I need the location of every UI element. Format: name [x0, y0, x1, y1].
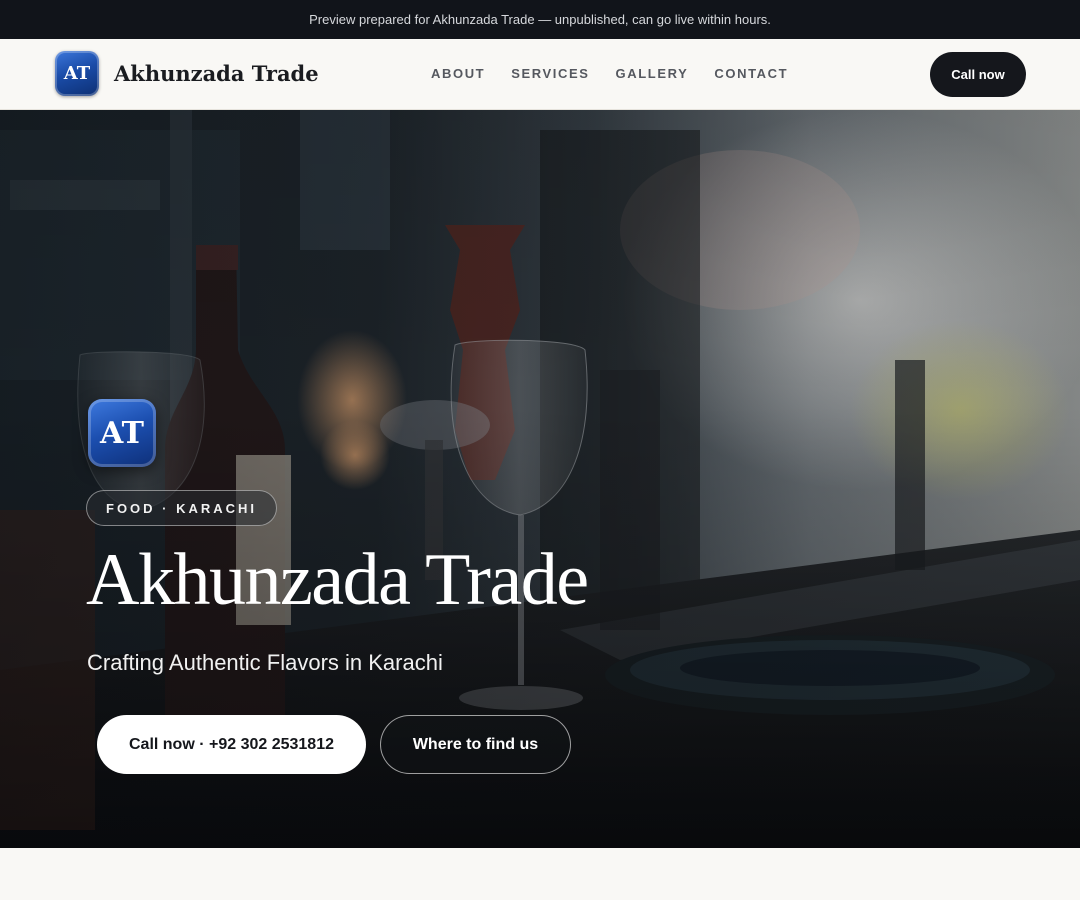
brand-name[interactable]: Akhunzada Trade: [114, 61, 319, 86]
nav-link-services[interactable]: SERVICES: [511, 66, 589, 81]
main-nav: ABOUT SERVICES GALLERY CONTACT: [431, 66, 788, 81]
hero-section: AT FOOD · KARACHI Akhunzada Trade Crafti…: [0, 110, 1080, 848]
nav-link-gallery[interactable]: GALLERY: [616, 66, 689, 81]
hero-subtitle: Crafting Authentic Flavors in Karachi: [87, 650, 443, 675]
brand-logo[interactable]: AT: [55, 51, 99, 96]
preview-banner-text: Preview prepared for Akhunzada Trade — u…: [309, 12, 771, 27]
site-header: AT Akhunzada Trade ABOUT SERVICES GALLER…: [0, 39, 1080, 110]
brand-logo-initials: AT: [63, 63, 91, 84]
preview-banner: Preview prepared for Akhunzada Trade — u…: [0, 0, 1080, 39]
hero-logo-badge: AT: [88, 399, 156, 467]
hero-logo-initials: AT: [100, 415, 144, 451]
next-section: [0, 848, 1080, 900]
call-now-phone-button[interactable]: Call now · +92 302 2531812: [97, 715, 366, 774]
hero-title: Akhunzada Trade: [86, 539, 589, 621]
where-to-find-us-button[interactable]: Where to find us: [380, 715, 571, 774]
category-location-tag: FOOD · KARACHI: [86, 490, 278, 526]
nav-link-contact[interactable]: CONTACT: [714, 66, 788, 81]
nav-link-about[interactable]: ABOUT: [431, 66, 485, 81]
header-call-now-button[interactable]: Call now: [930, 52, 1026, 97]
